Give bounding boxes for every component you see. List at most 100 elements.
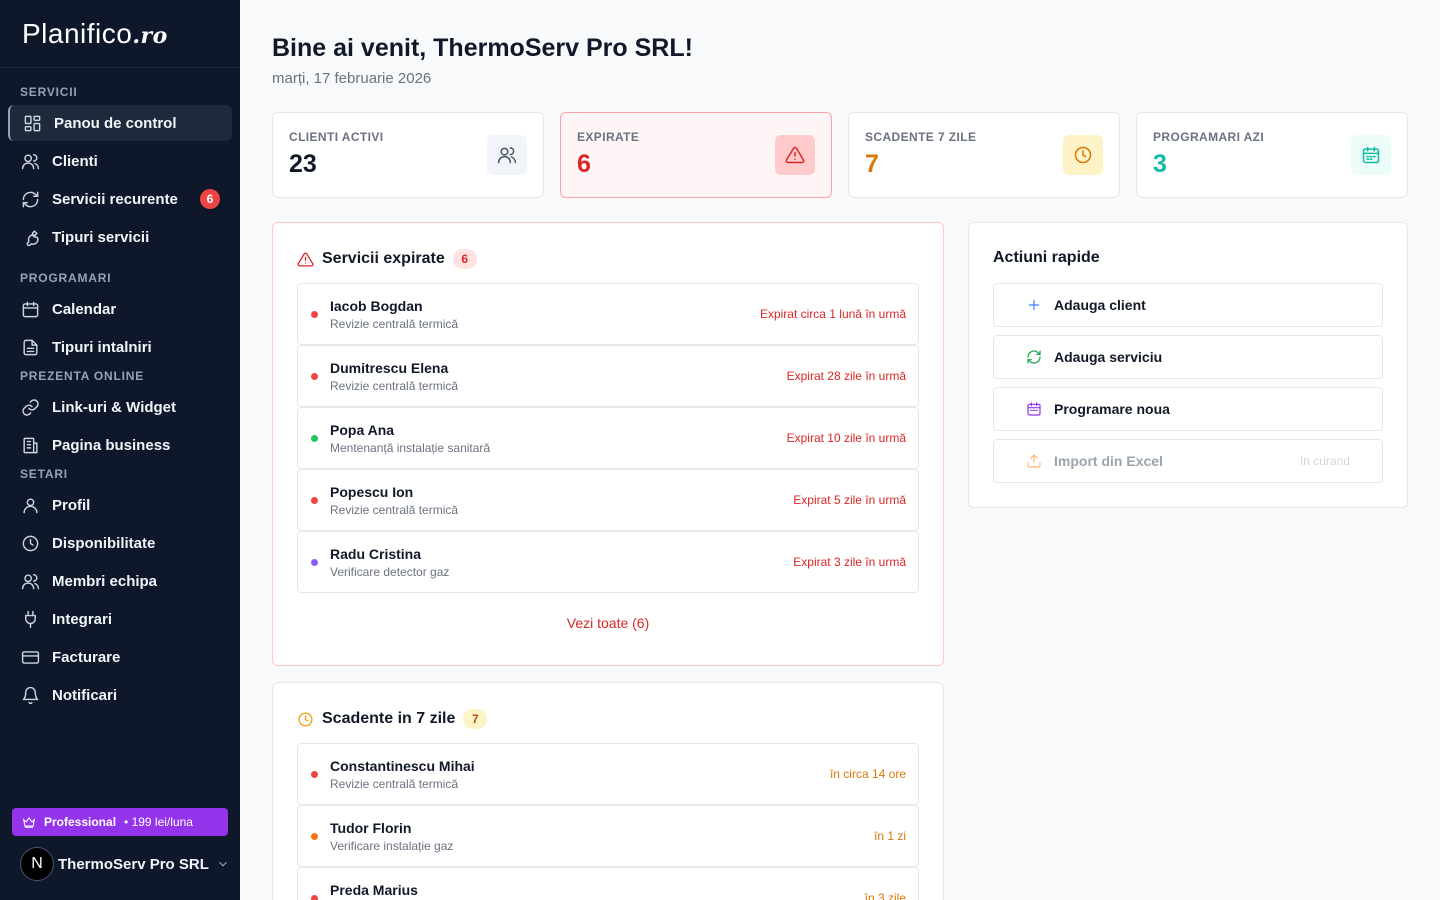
clock-icon — [1063, 135, 1103, 175]
add-service-button[interactable]: Adauga serviciu — [993, 335, 1383, 379]
sidebar-item-profil[interactable]: Profil — [0, 486, 240, 524]
quick-actions-panel: Actiuni rapide Adauga client Adauga serv… — [968, 222, 1408, 508]
stat-card-expirate[interactable]: EXPIRATE 6 — [560, 112, 832, 198]
status-dot — [311, 559, 318, 566]
sidebar-item-integrari[interactable]: Integrari — [0, 600, 240, 638]
client-name: Preda Marius — [330, 882, 418, 898]
section-prezenta-online: PREZENTA ONLINE — [20, 369, 145, 383]
sidebar-item-label: Link-uri & Widget — [52, 398, 177, 416]
panel-title-text: Scadente in 7 zile — [322, 710, 456, 727]
panel-title: Scadente in 7 zile 7 — [297, 709, 488, 729]
due-status: Expirat 3 zile în urmă — [793, 555, 906, 569]
service-row[interactable]: Tudor Florin Verificare instalație gaz în … — [297, 805, 919, 867]
service-row[interactable]: Dumitrescu Elena Revizie centrală termică… — [297, 345, 919, 407]
service-name: Revizie centrală termică — [330, 503, 459, 517]
account-switcher[interactable]: N ThermoServ Pro SRL — [20, 846, 230, 882]
status-dot — [311, 771, 318, 778]
stat-card-scadente[interactable]: SCADENTE 7 ZILE 7 — [848, 112, 1120, 198]
calendar-icon — [20, 299, 40, 319]
coming-soon-tag: In curand — [1299, 454, 1350, 468]
sidebar-item-label: Disponibilitate — [52, 534, 156, 552]
action-label: Programare noua — [1054, 401, 1170, 417]
plan-price: • 199 lei/luna — [124, 815, 193, 829]
sidebar-item-label: Facturare — [52, 648, 121, 666]
page-title: Bine ai venit, ThermoServ Pro SRL! — [272, 34, 693, 62]
due-status: Expirat circa 1 lună în urmă — [759, 307, 906, 321]
due-status: în 1 zi — [873, 829, 906, 843]
refresh-icon — [1026, 349, 1042, 365]
dashboard-icon — [22, 113, 42, 133]
upcoming-services-panel: Scadente in 7 zile 7 Constantinescu Miha… — [272, 682, 944, 900]
sidebar-item-servicii-recurente[interactable]: Servicii recurente 6 — [0, 180, 240, 218]
document-icon — [20, 337, 40, 357]
card-icon — [20, 647, 40, 667]
service-row[interactable]: Popescu Ion Revizie centrală termică Expir… — [297, 469, 919, 531]
due-status: în circa 14 ore — [829, 767, 906, 781]
expired-services-panel: Servicii expirate 6 Iacob Bogdan Revizie … — [272, 222, 944, 666]
status-dot — [311, 373, 318, 380]
count-badge: 6 — [452, 249, 477, 269]
sidebar-item-tipuri-intalniri[interactable]: Tipuri intalniri — [0, 328, 240, 366]
new-appointment-button[interactable]: Programare noua — [993, 387, 1383, 431]
panel-title-text: Servicii expirate — [322, 250, 445, 267]
sidebar-item-calendar[interactable]: Calendar — [0, 290, 240, 328]
sidebar-item-notificari[interactable]: Notificari — [0, 676, 240, 714]
plug-icon — [20, 609, 40, 629]
status-dot — [311, 435, 318, 442]
notification-badge: 6 — [200, 189, 220, 209]
upload-icon — [1026, 453, 1042, 469]
service-name: Mentenanță instalație sanitară — [330, 441, 491, 455]
service-row[interactable]: Preda Marius în 3 zile — [297, 867, 919, 900]
clock-icon — [20, 533, 40, 553]
sidebar-item-tipuri-servicii[interactable]: Tipuri servicii — [0, 218, 240, 256]
action-label: Adauga client — [1054, 297, 1146, 313]
sidebar-item-disponibilitate[interactable]: Disponibilitate — [0, 524, 240, 562]
sidebar-item-dashboard[interactable]: Panou de control — [8, 105, 232, 141]
brand-suffix: .ro — [132, 23, 168, 49]
service-row[interactable]: Constantinescu Mihai Revizie centrală ter… — [297, 743, 919, 805]
action-label: Adauga serviciu — [1054, 349, 1163, 365]
client-name: Popescu Ion — [330, 484, 414, 500]
see-all-link[interactable]: Vezi toate (6) — [273, 615, 943, 631]
refresh-icon — [20, 189, 40, 209]
sidebar-item-label: Tipuri intalniri — [52, 338, 152, 356]
service-row[interactable]: Iacob Bogdan Revizie centrală termică Expi… — [297, 283, 919, 345]
section-setari: SETARI — [20, 467, 68, 481]
client-name: Tudor Florin — [330, 820, 412, 836]
due-status: Expirat 5 zile în urmă — [793, 493, 906, 507]
plan-badge[interactable]: Professional • 199 lei/luna — [12, 808, 228, 836]
sidebar-item-label: Profil — [52, 496, 91, 514]
sidebar-item-clienti[interactable]: Clienti — [0, 142, 240, 180]
sidebar-item-membri-echipa[interactable]: Membri echipa — [0, 562, 240, 600]
sidebar-item-facturare[interactable]: Facturare — [0, 638, 240, 676]
service-name: Verificare instalație gaz — [330, 839, 454, 853]
sidebar-item-link-uri[interactable]: Link-uri & Widget — [0, 388, 240, 426]
status-dot — [311, 497, 318, 504]
team-icon — [20, 571, 40, 591]
add-client-button[interactable]: Adauga client — [993, 283, 1383, 327]
sidebar-item-label: Pagina business — [52, 436, 171, 454]
section-servicii: SERVICII — [20, 85, 78, 99]
chevron-down-icon — [219, 861, 227, 867]
plan-name: Professional — [44, 815, 117, 829]
sidebar-item-label: Clienti — [52, 152, 98, 170]
sidebar-item-label: Membri echipa — [52, 572, 158, 590]
stat-card-clienti-activi[interactable]: CLIENTI ACTIVI 23 — [272, 112, 544, 198]
brand-logo[interactable]: Planifico.ro — [0, 0, 240, 68]
stat-card-programari-azi[interactable]: PROGRAMARI AZI 3 — [1136, 112, 1408, 198]
panel-title: Servicii expirate 6 — [297, 249, 477, 269]
account-name: ThermoServ Pro SRL — [58, 855, 209, 873]
users-icon — [487, 135, 527, 175]
sidebar: Planifico.ro SERVICII Panou de control C… — [0, 0, 240, 900]
service-row[interactable]: Popa Ana Mentenanță instalație sanitară Ex… — [297, 407, 919, 469]
service-name: Revizie centrală termică — [330, 379, 459, 393]
sidebar-item-label: Tipuri servicii — [52, 228, 150, 246]
service-name: Verificare detector gaz — [330, 565, 450, 579]
client-name: Popa Ana — [330, 422, 395, 438]
link-icon — [20, 397, 40, 417]
due-status: Expirat 28 zile în urmă — [786, 369, 906, 383]
bell-icon — [20, 685, 40, 705]
sidebar-item-pagina-business[interactable]: Pagina business — [0, 426, 240, 464]
clock-icon — [298, 711, 313, 727]
service-row[interactable]: Radu Cristina Verificare detector gaz Expi… — [297, 531, 919, 593]
